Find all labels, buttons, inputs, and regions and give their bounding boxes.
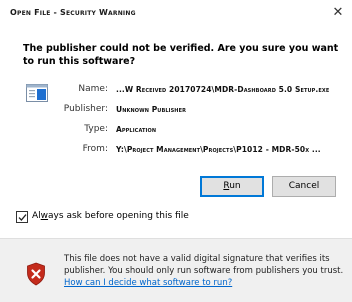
close-icon[interactable]: ✕ — [330, 5, 346, 21]
always-ask-checkbox[interactable] — [16, 211, 28, 223]
publisher-value: Unknown Publisher — [116, 105, 187, 114]
name-label: Name: — [78, 84, 108, 94]
type-value: Application — [116, 125, 157, 134]
run-button[interactable]: Run — [200, 176, 264, 197]
security-warning-dialog: Open File - Security Warning ✕ The publi… — [0, 0, 352, 302]
run-label-rest: un — [229, 181, 241, 191]
publisher-label: Publisher: — [63, 104, 108, 114]
always-ask-mnemonic: w — [40, 211, 49, 221]
window-title: Open File - Security Warning — [10, 8, 136, 17]
title-bar[interactable]: Open File - Security Warning ✕ — [0, 0, 352, 30]
from-label: From: — [82, 144, 108, 154]
always-ask-label-post: ays ask before opening this file — [48, 211, 189, 221]
help-link[interactable]: How can I decide what software to run? — [64, 278, 232, 288]
always-ask-label-pre: Al — [32, 211, 41, 221]
checkmark-icon — [18, 214, 27, 221]
cancel-button[interactable]: Cancel — [272, 176, 336, 197]
from-value: Y:\Project Management\Projects\P1012 - M… — [116, 145, 321, 154]
security-shield-icon — [27, 262, 45, 286]
always-ask-label[interactable]: Always ask before opening this file — [32, 211, 189, 221]
signature-warning-text: This file does not have a valid digital … — [64, 254, 344, 276]
type-label: Type: — [84, 124, 108, 134]
signature-warning: This file does not have a valid digital … — [64, 253, 348, 289]
verification-question: The publisher could not be verified. Are… — [23, 43, 339, 67]
name-value: ...W Received 20170724\MDR-Dashboard 5.0… — [116, 85, 330, 94]
